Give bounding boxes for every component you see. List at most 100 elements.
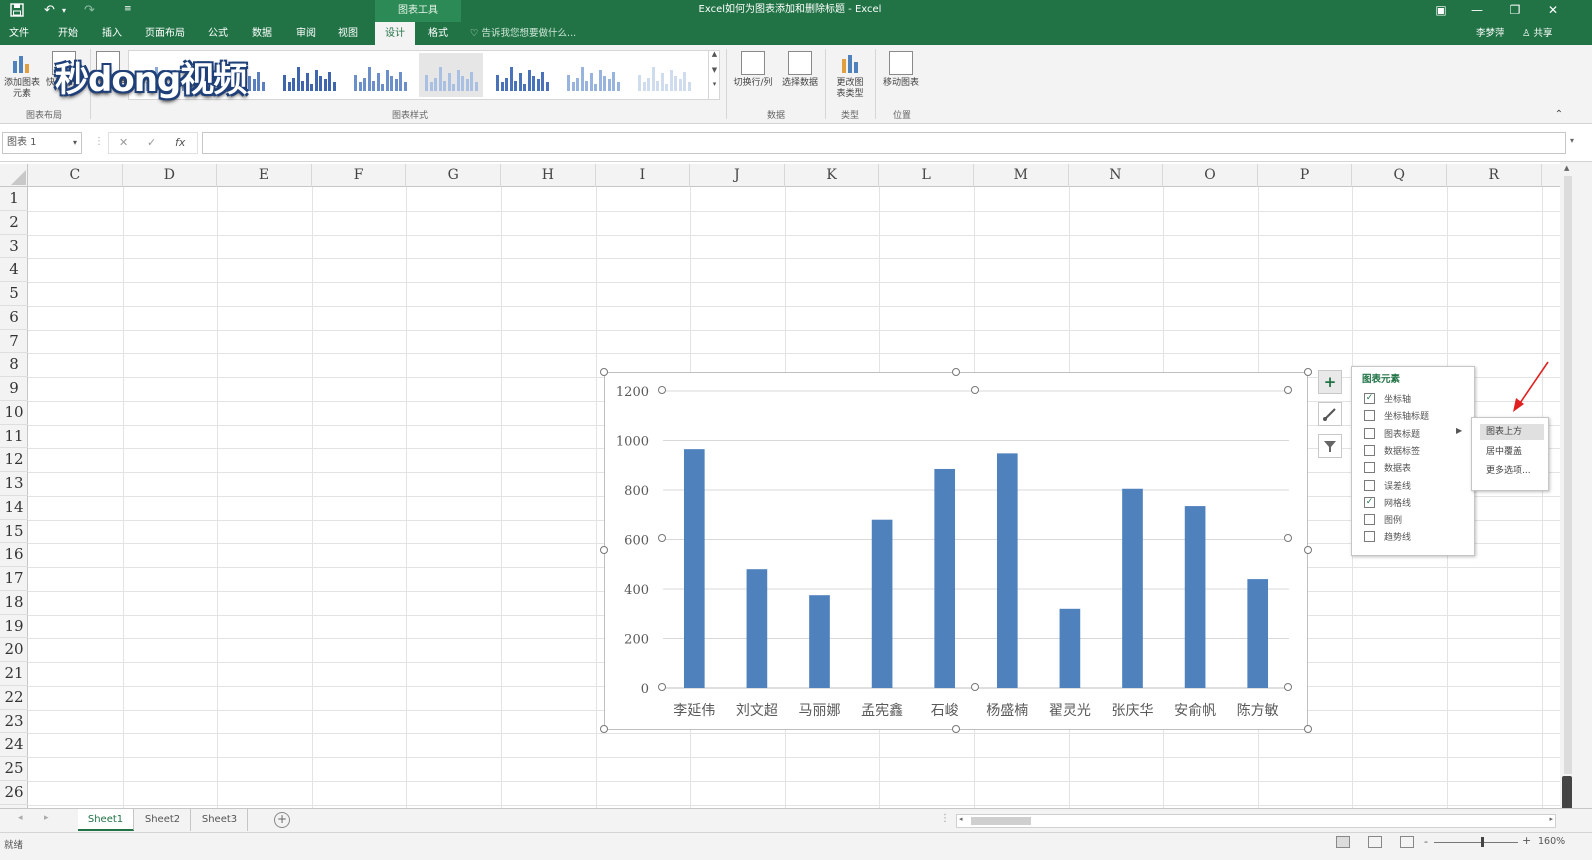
- checkbox[interactable]: [1364, 479, 1375, 491]
- tab-review[interactable]: 审阅: [286, 22, 326, 45]
- column-header[interactable]: C: [28, 164, 123, 187]
- name-box[interactable]: 图表 1 ▾: [2, 132, 82, 154]
- undo-icon[interactable]: ↶: [44, 3, 55, 18]
- gallery-up-icon[interactable]: ▲: [709, 50, 720, 58]
- zoom-out-button[interactable]: -: [1424, 835, 1428, 848]
- tell-me-search[interactable]: ♡ 告诉我您想要做什么...: [470, 22, 576, 45]
- gallery-down-icon[interactable]: ▼: [709, 66, 720, 74]
- tab-insert[interactable]: 插入: [92, 22, 132, 45]
- row-header[interactable]: 1: [0, 187, 28, 211]
- expand-formula-bar-icon[interactable]: ▾: [1570, 136, 1574, 145]
- bar[interactable]: [1122, 488, 1143, 688]
- sheet-next-icon[interactable]: ▸: [44, 813, 49, 823]
- checkbox[interactable]: [1364, 462, 1375, 474]
- select-data-button[interactable]: 选择数据: [778, 51, 822, 89]
- checkbox[interactable]: [1364, 514, 1375, 526]
- row-header[interactable]: 8: [0, 353, 28, 377]
- submenu-centered-overlay[interactable]: 居中覆盖: [1480, 444, 1544, 460]
- redo-icon[interactable]: ↷: [84, 3, 95, 18]
- column-header[interactable]: F: [312, 164, 407, 187]
- column-header[interactable]: H: [501, 164, 596, 187]
- horizontal-scroll-thumb[interactable]: [971, 817, 1031, 825]
- chart-element-option[interactable]: 数据表: [1364, 460, 1468, 476]
- restore-button[interactable]: ❐: [1498, 0, 1532, 22]
- checkbox-checked[interactable]: ✓: [1364, 496, 1375, 508]
- chart-element-option[interactable]: 坐标轴标题: [1364, 408, 1468, 424]
- chart-element-option[interactable]: ✓ 网格线: [1364, 495, 1468, 511]
- resize-handle[interactable]: [952, 368, 960, 376]
- row-header[interactable]: 13: [0, 472, 28, 496]
- row-header[interactable]: 12: [0, 448, 28, 472]
- tab-home[interactable]: 开始: [48, 22, 88, 45]
- collapse-ribbon-icon[interactable]: ⌃: [1552, 109, 1566, 120]
- page-layout-view-icon[interactable]: [1368, 836, 1382, 848]
- bar[interactable]: [683, 449, 705, 688]
- bar[interactable]: [934, 468, 956, 688]
- row-header[interactable]: 5: [0, 282, 28, 306]
- submenu-above-chart[interactable]: 图表上方: [1480, 424, 1544, 440]
- column-header[interactable]: N: [1069, 164, 1164, 187]
- row-header[interactable]: 26: [0, 781, 28, 805]
- resize-handle[interactable]: [1304, 368, 1312, 376]
- row-header[interactable]: 7: [0, 330, 28, 354]
- chart-style-thumbnail[interactable]: [561, 53, 625, 97]
- column-header[interactable]: L: [879, 164, 974, 187]
- row-header[interactable]: 2: [0, 211, 28, 235]
- row-header[interactable]: 19: [0, 615, 28, 639]
- row-header[interactable]: 14: [0, 496, 28, 520]
- plot-area-handle[interactable]: [658, 386, 666, 394]
- column-header[interactable]: J: [690, 164, 785, 187]
- page-break-view-icon[interactable]: [1400, 836, 1414, 848]
- bar[interactable]: [809, 595, 830, 688]
- ribbon-display-options-icon[interactable]: ▣: [1424, 0, 1458, 22]
- chart-element-option[interactable]: 误差线: [1364, 478, 1468, 494]
- column-header[interactable]: K: [785, 164, 880, 187]
- add-sheet-button[interactable]: +: [274, 812, 290, 828]
- sheet-tab-sheet1[interactable]: Sheet1: [78, 809, 134, 831]
- plot-area-handle[interactable]: [971, 386, 979, 394]
- split-handle-icon[interactable]: ⋮: [940, 813, 950, 824]
- row-header[interactable]: 3: [0, 235, 28, 259]
- insert-function-icon[interactable]: fx: [175, 136, 185, 149]
- column-header[interactable]: P: [1258, 164, 1353, 187]
- tab-page-layout[interactable]: 页面布局: [138, 22, 192, 45]
- row-header[interactable]: 9: [0, 377, 28, 401]
- column-header[interactable]: I: [596, 164, 691, 187]
- zoom-slider-knob[interactable]: [1481, 837, 1484, 847]
- row-header[interactable]: 11: [0, 425, 28, 449]
- checkbox-checked[interactable]: ✓: [1364, 393, 1375, 404]
- bar[interactable]: [996, 453, 1018, 688]
- tab-formulas[interactable]: 公式: [198, 22, 238, 45]
- sheet-tab-sheet3[interactable]: Sheet3: [192, 809, 248, 831]
- column-header[interactable]: G: [406, 164, 501, 187]
- plot-area-handle[interactable]: [1284, 683, 1292, 691]
- tab-data[interactable]: 数据: [242, 22, 282, 45]
- plot-area-handle[interactable]: [658, 534, 666, 542]
- plot-area-handle[interactable]: [658, 683, 666, 691]
- scroll-up-icon[interactable]: ▲: [1564, 164, 1569, 172]
- chart-element-option[interactable]: ✓ 坐标轴: [1364, 391, 1468, 407]
- submenu-arrow-icon[interactable]: ▶: [1456, 426, 1462, 435]
- row-header[interactable]: 25: [0, 757, 28, 781]
- tab-design[interactable]: 设计: [375, 22, 415, 45]
- column-header[interactable]: R: [1447, 164, 1542, 187]
- gallery-scroll[interactable]: ▲ ▼ ▾: [708, 50, 720, 100]
- resize-handle[interactable]: [1304, 725, 1312, 733]
- bar[interactable]: [1247, 579, 1269, 688]
- zoom-slider[interactable]: [1434, 842, 1518, 843]
- chart-element-option[interactable]: 图例: [1364, 512, 1468, 528]
- plot-area-handle[interactable]: [971, 683, 979, 691]
- plot-area-handle[interactable]: [1284, 534, 1292, 542]
- normal-view-icon[interactable]: [1336, 836, 1350, 848]
- scroll-right-icon[interactable]: ▸: [1549, 815, 1553, 823]
- resize-handle[interactable]: [1304, 546, 1312, 554]
- vertical-scroll-thumb[interactable]: [1564, 176, 1572, 774]
- chart-style-thumbnail[interactable]: [419, 53, 483, 97]
- row-header[interactable]: 22: [0, 686, 28, 710]
- sheet-tab-sheet2[interactable]: Sheet2: [135, 809, 191, 831]
- tab-format[interactable]: 格式: [418, 22, 458, 45]
- chart-element-option[interactable]: 趋势线: [1364, 529, 1468, 545]
- chart-style-thumbnail[interactable]: [490, 53, 554, 97]
- row-header[interactable]: 18: [0, 591, 28, 615]
- column-header[interactable]: O: [1163, 164, 1258, 187]
